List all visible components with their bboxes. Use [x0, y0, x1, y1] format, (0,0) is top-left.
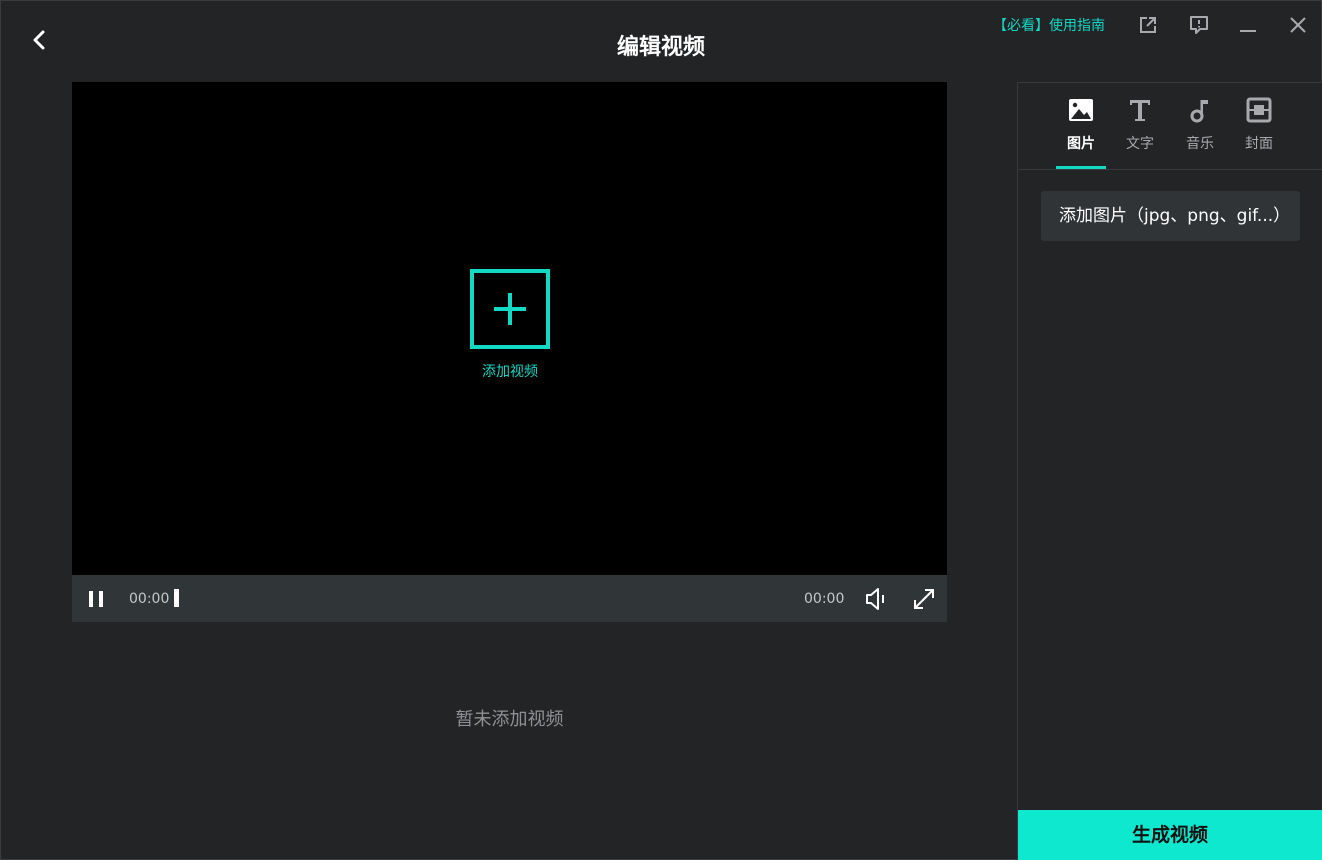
playback-controls: 00:00 00:00 [72, 575, 947, 622]
side-panel: 图片 文字 音乐 封面 添加图片（jpg、png、gif...） [1017, 82, 1322, 860]
minimize-icon [1240, 30, 1256, 32]
music-note-icon [1190, 100, 1208, 123]
current-time: 00:00 [129, 591, 170, 607]
pause-icon [89, 591, 103, 607]
tab-cover[interactable]: 封面 [1234, 95, 1284, 153]
progress-handle[interactable] [174, 589, 179, 607]
external-link-icon [1140, 17, 1156, 33]
page-title: 编辑视频 [616, 35, 705, 60]
add-video-button[interactable]: 添加视频 [470, 269, 550, 381]
active-tab-indicator [1056, 166, 1106, 169]
image-icon [1069, 99, 1093, 121]
cover-icon [1246, 97, 1272, 123]
close-icon [1290, 17, 1306, 33]
feedback-button[interactable] [1187, 13, 1211, 37]
empty-video-hint: 暂未添加视频 [455, 709, 564, 730]
add-image-button[interactable]: 添加图片（jpg、png、gif...） [1041, 191, 1300, 241]
tab-text-label: 文字 [1126, 136, 1154, 152]
feedback-icon [1190, 16, 1208, 34]
plus-icon [494, 293, 526, 325]
speaker-icon [866, 588, 884, 610]
pause-button[interactable] [84, 586, 110, 612]
video-preview: 添加视频 [72, 82, 947, 575]
asset-tabs: 图片 文字 音乐 封面 [1018, 83, 1322, 170]
generate-video-button[interactable]: 生成视频 [1018, 810, 1322, 860]
volume-button[interactable] [862, 585, 890, 613]
tab-text[interactable]: 文字 [1115, 95, 1165, 153]
minimize-button[interactable] [1236, 13, 1260, 37]
tab-image-label: 图片 [1067, 136, 1095, 152]
tab-image[interactable]: 图片 [1056, 95, 1106, 153]
close-button[interactable] [1286, 13, 1310, 37]
total-time: 00:00 [804, 591, 845, 607]
tab-cover-label: 封面 [1245, 136, 1273, 152]
expand-icon [914, 589, 934, 609]
video-editor-window: 编辑视频 【必看】使用指南 添加视频 00:00 00:00 暂未添加视频 图片… [0, 0, 1322, 860]
add-video-box [470, 269, 550, 349]
fullscreen-button[interactable] [910, 585, 938, 613]
user-guide-link[interactable]: 【必看】使用指南 [993, 15, 1105, 35]
open-external-button[interactable] [1136, 13, 1160, 37]
tab-music-label: 音乐 [1186, 136, 1214, 152]
add-video-label: 添加视频 [482, 364, 538, 380]
tab-music[interactable]: 音乐 [1175, 95, 1225, 153]
text-icon [1130, 100, 1150, 121]
